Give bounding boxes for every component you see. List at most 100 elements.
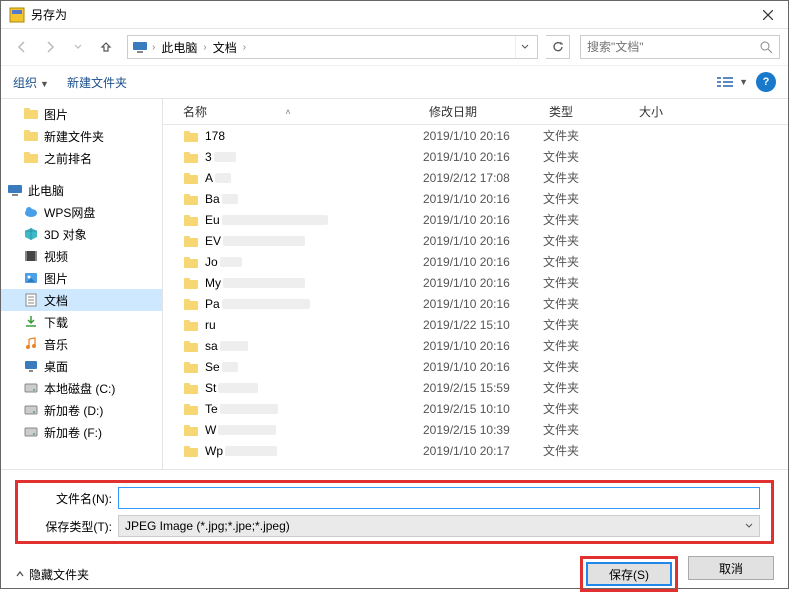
redacted-text: [218, 425, 276, 435]
sidebar-item[interactable]: 之前排名: [1, 147, 162, 169]
sidebar-item[interactable]: 新建文件夹: [1, 125, 162, 147]
folder-icon: [183, 423, 199, 437]
breadcrumb-current[interactable]: 文档: [211, 39, 239, 56]
file-row[interactable]: My 2019/1/10 20:16 文件夹: [163, 272, 788, 293]
chevron-up-icon: [15, 569, 25, 579]
disk-icon: [23, 424, 39, 440]
disk-icon: [23, 402, 39, 418]
back-button[interactable]: [9, 35, 35, 59]
sidebar-item[interactable]: 视频: [1, 245, 162, 267]
folder-icon: [183, 192, 199, 206]
chevron-down-icon: [745, 522, 753, 530]
folder-icon: [23, 106, 39, 122]
help-button[interactable]: ?: [756, 72, 776, 92]
redacted-text: [225, 446, 277, 456]
folder-icon: [183, 234, 199, 248]
file-row[interactable]: A 2019/2/12 17:08 文件夹: [163, 167, 788, 188]
close-button[interactable]: [748, 1, 788, 29]
save-button[interactable]: 保存(S): [586, 562, 672, 586]
filetype-label: 保存类型(T):: [22, 518, 118, 535]
music-icon: [23, 336, 39, 352]
sidebar-thispc[interactable]: 此电脑: [1, 179, 162, 201]
redacted-text: [220, 257, 242, 267]
file-row[interactable]: Se 2019/1/10 20:16 文件夹: [163, 356, 788, 377]
sidebar-item[interactable]: 文档: [1, 289, 162, 311]
redacted-text: [222, 194, 238, 204]
col-type-header[interactable]: 类型: [549, 103, 639, 120]
picture-icon: [23, 270, 39, 286]
sidebar-item[interactable]: 3D 对象: [1, 223, 162, 245]
cube-icon: [23, 226, 39, 242]
window-title: 另存为: [31, 6, 748, 23]
file-row[interactable]: 178 2019/1/10 20:16 文件夹: [163, 125, 788, 146]
folder-icon: [183, 129, 199, 143]
sidebar-item[interactable]: 图片: [1, 103, 162, 125]
refresh-button[interactable]: [546, 35, 570, 59]
folder-icon: [23, 150, 39, 166]
file-row[interactable]: Te 2019/2/15 10:10 文件夹: [163, 398, 788, 419]
col-name-header[interactable]: 名称˄: [183, 103, 429, 120]
folder-icon: [183, 276, 199, 290]
filetype-value: JPEG Image (*.jpg;*.jpe;*.jpeg): [125, 519, 290, 533]
folder-icon: [183, 360, 199, 374]
app-icon: [9, 7, 25, 23]
chevron-right-icon: ›: [243, 42, 246, 53]
file-row[interactable]: Eu 2019/1/10 20:16 文件夹: [163, 209, 788, 230]
col-date-header[interactable]: 修改日期: [429, 103, 549, 120]
search-box[interactable]: [580, 35, 780, 59]
folder-icon: [183, 150, 199, 164]
sidebar-item[interactable]: 音乐: [1, 333, 162, 355]
sidebar-item[interactable]: 新加卷 (F:): [1, 421, 162, 443]
redacted-text: [222, 215, 328, 225]
search-input[interactable]: [587, 40, 760, 54]
file-row[interactable]: St 2019/2/15 15:59 文件夹: [163, 377, 788, 398]
sidebar-item[interactable]: 图片: [1, 267, 162, 289]
file-row[interactable]: sa 2019/1/10 20:16 文件夹: [163, 335, 788, 356]
file-row[interactable]: Wp 2019/1/10 20:17 文件夹: [163, 440, 788, 461]
actions-bar: 隐藏文件夹 保存(S) 取消: [1, 548, 788, 602]
video-icon: [23, 248, 39, 264]
file-row[interactable]: 3 2019/1/10 20:16 文件夹: [163, 146, 788, 167]
sidebar: 图片新建文件夹之前排名此电脑WPS网盘3D 对象视频图片文档下载音乐桌面本地磁盘…: [1, 99, 163, 469]
sidebar-item[interactable]: WPS网盘: [1, 201, 162, 223]
recent-dropdown[interactable]: [65, 35, 91, 59]
sidebar-item[interactable]: 新加卷 (D:): [1, 399, 162, 421]
file-row[interactable]: W 2019/2/15 10:39 文件夹: [163, 419, 788, 440]
search-icon[interactable]: [760, 41, 773, 54]
new-folder-button[interactable]: 新建文件夹: [67, 74, 127, 91]
redacted-text: [220, 404, 278, 414]
col-size-header[interactable]: 大小: [639, 103, 719, 120]
sidebar-item[interactable]: 桌面: [1, 355, 162, 377]
save-button-highlight: 保存(S): [580, 556, 678, 592]
file-row[interactable]: Jo 2019/1/10 20:16 文件夹: [163, 251, 788, 272]
chevron-right-icon: ›: [152, 42, 155, 53]
address-dropdown[interactable]: [515, 36, 533, 58]
folder-icon: [183, 402, 199, 416]
filetype-select[interactable]: JPEG Image (*.jpg;*.jpe;*.jpeg): [118, 515, 760, 537]
sidebar-item[interactable]: 下载: [1, 311, 162, 333]
sidebar-item[interactable]: 本地磁盘 (C:): [1, 377, 162, 399]
folder-icon: [183, 318, 199, 332]
folder-icon: [183, 297, 199, 311]
filename-input[interactable]: [118, 487, 760, 509]
address-bar[interactable]: › 此电脑 › 文档 ›: [127, 35, 538, 59]
up-button[interactable]: [93, 35, 119, 59]
chevron-right-icon: ›: [203, 42, 206, 53]
file-row[interactable]: EV 2019/1/10 20:16 文件夹: [163, 230, 788, 251]
forward-button[interactable]: [37, 35, 63, 59]
doc-icon: [23, 292, 39, 308]
cancel-button[interactable]: 取消: [688, 556, 774, 580]
toolbar: 组织▼ 新建文件夹 ▼ ?: [1, 65, 788, 99]
file-list: 名称˄ 修改日期 类型 大小 178 2019/1/10 20:16 文件夹 3…: [163, 99, 788, 469]
folder-icon: [183, 381, 199, 395]
file-row[interactable]: Pa 2019/1/10 20:16 文件夹: [163, 293, 788, 314]
view-mode-button[interactable]: ▼: [716, 75, 748, 89]
redacted-text: [214, 152, 236, 162]
cloud-icon: [23, 204, 39, 220]
organize-menu[interactable]: 组织▼: [13, 74, 49, 91]
file-row[interactable]: ru 2019/1/22 15:10 文件夹: [163, 314, 788, 335]
breadcrumb-root[interactable]: 此电脑: [159, 39, 199, 56]
file-row[interactable]: Ba 2019/1/10 20:16 文件夹: [163, 188, 788, 209]
hide-folders-toggle[interactable]: 隐藏文件夹: [15, 566, 89, 583]
redacted-text: [218, 383, 258, 393]
